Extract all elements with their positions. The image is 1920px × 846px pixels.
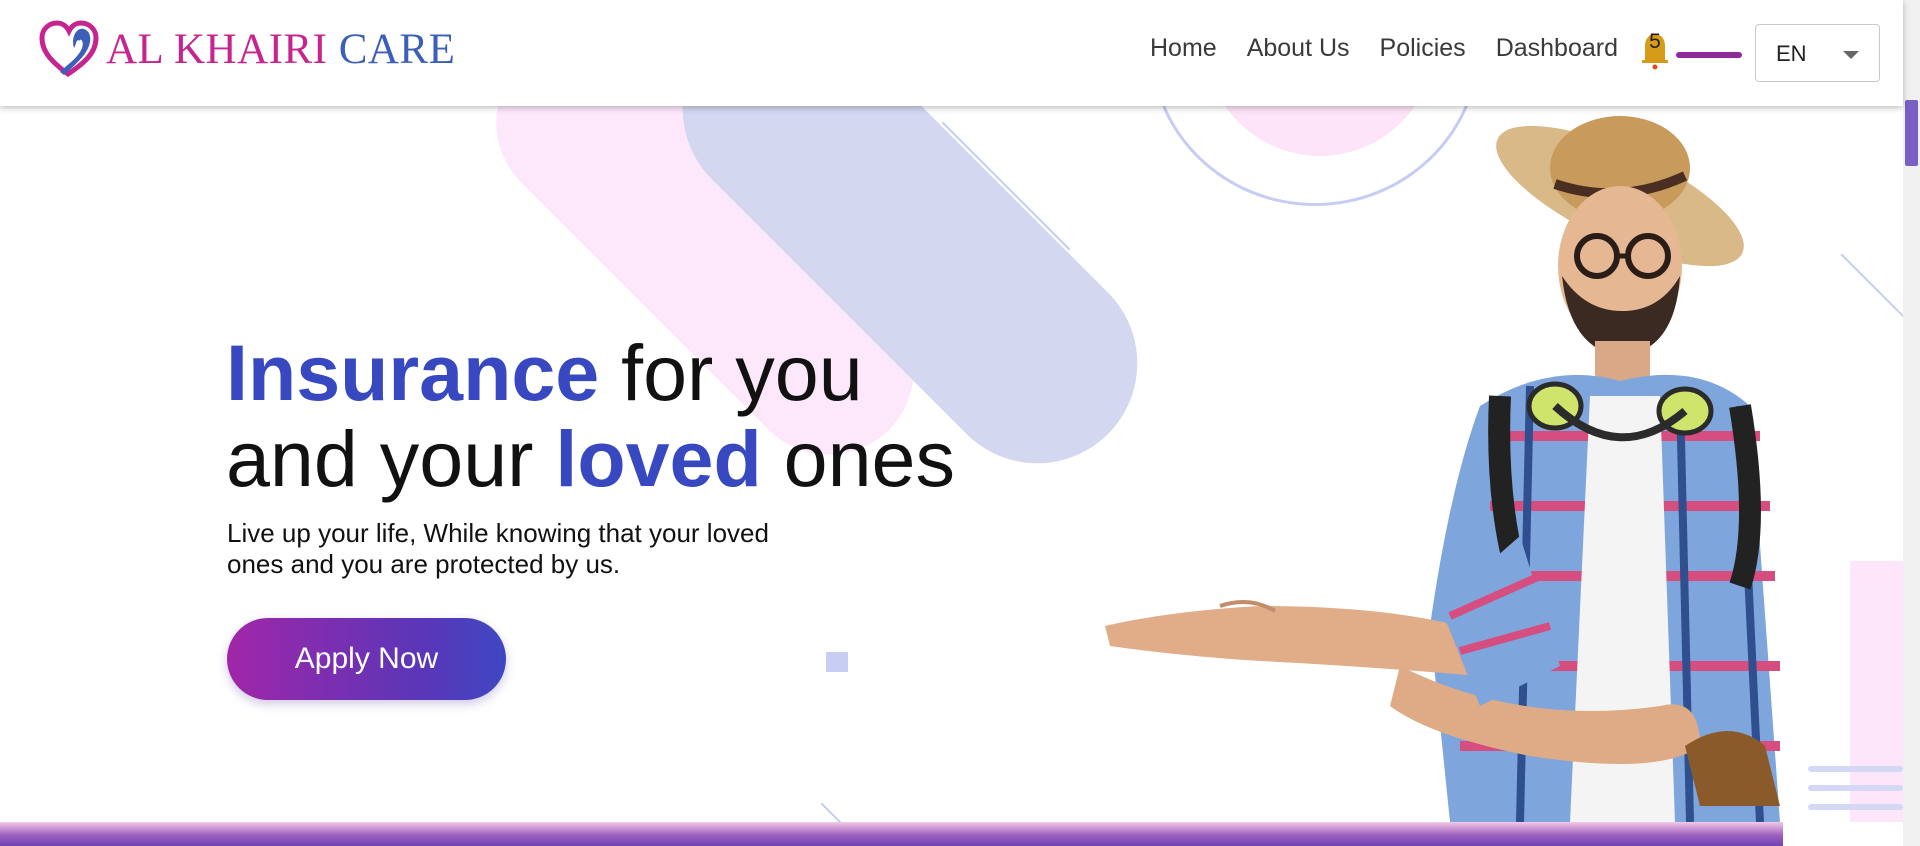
active-indicator bbox=[1676, 52, 1742, 58]
headline-text: ones bbox=[761, 414, 955, 503]
main-nav: Home About Us Policies Dashboard bbox=[1150, 34, 1618, 63]
decor-line bbox=[1840, 253, 1903, 319]
language-select[interactable]: EN bbox=[1755, 24, 1880, 82]
apply-now-button[interactable]: Apply Now bbox=[227, 618, 506, 700]
nav-about-us[interactable]: About Us bbox=[1247, 34, 1350, 63]
nav-dashboard[interactable]: Dashboard bbox=[1496, 34, 1618, 63]
chevron-down-icon bbox=[1843, 51, 1859, 59]
hero-section: Insurance for you and your loved ones Li… bbox=[0, 106, 1903, 822]
headline-text: for you bbox=[599, 328, 863, 417]
brand-logo[interactable]: AL KHAIRI CARE bbox=[38, 18, 455, 80]
decor-line bbox=[820, 802, 858, 822]
brand-name-part1: AL KHAIRI bbox=[106, 25, 328, 73]
bottom-corner bbox=[1783, 822, 1903, 846]
headline-highlight-insurance: Insurance bbox=[226, 328, 600, 417]
brand-name-part2: CARE bbox=[338, 25, 456, 73]
site-header: AL KHAIRI CARE Home About Us Policies Da… bbox=[0, 0, 1903, 106]
brand-name: AL KHAIRI CARE bbox=[106, 25, 455, 74]
hero-person-image bbox=[1105, 116, 1780, 822]
hero-subtext: Live up your life, While knowing that yo… bbox=[227, 518, 769, 579]
notification-button[interactable]: 5 bbox=[1640, 30, 1670, 70]
nav-home[interactable]: Home bbox=[1150, 34, 1217, 63]
hero-headline: Insurance for you and your loved ones bbox=[226, 330, 955, 502]
notification-count: 5 bbox=[1649, 30, 1661, 53]
decor-bars bbox=[1808, 766, 1903, 812]
decor-square bbox=[826, 652, 848, 672]
heart-hand-logo-icon bbox=[39, 20, 99, 78]
language-selected: EN bbox=[1776, 41, 1807, 66]
headline-text: and your bbox=[226, 414, 556, 503]
nav-policies[interactable]: Policies bbox=[1380, 34, 1466, 63]
scrollbar-thumb[interactable] bbox=[1905, 100, 1918, 166]
headline-highlight-loved: loved bbox=[555, 414, 762, 503]
bottom-gradient-bar bbox=[0, 822, 1783, 846]
